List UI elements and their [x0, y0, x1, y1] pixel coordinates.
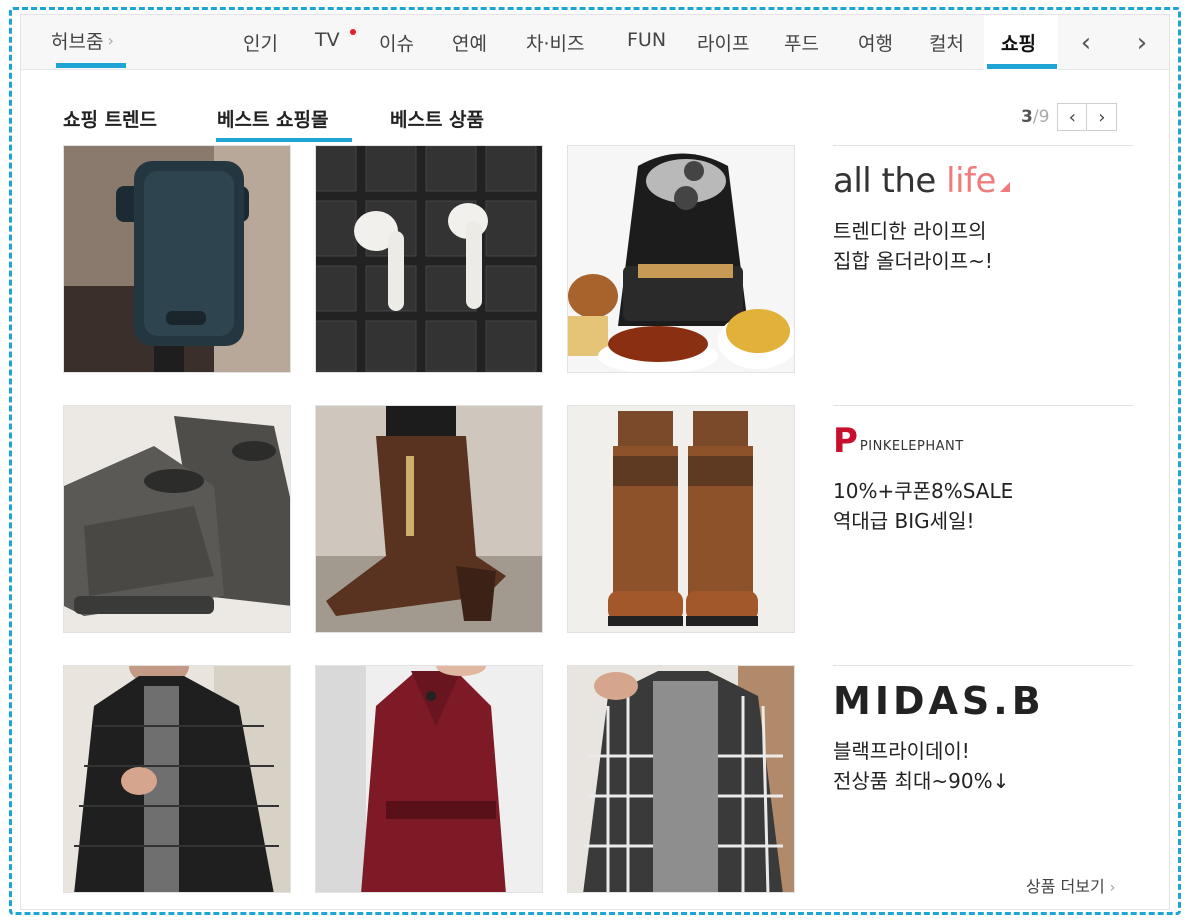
- chevron-left-icon: ‹: [1080, 27, 1092, 58]
- tab-shopping[interactable]: 쇼핑: [1001, 29, 1036, 56]
- product-image-red-coat[interactable]: [315, 665, 543, 893]
- hub-underline: [56, 63, 126, 68]
- store-card-allthelife[interactable]: all the life 트렌디한 라이프의 집합 올더라이프~!: [833, 145, 1133, 276]
- pager: 3/9 ‹ ›: [1021, 103, 1118, 131]
- store-promo-line: 전상품 최대~90%↓: [833, 769, 1010, 793]
- subtab-shopping-trend[interactable]: 쇼핑 트렌드: [63, 105, 157, 132]
- store-promo-line: 트렌디한 라이프의: [833, 219, 987, 243]
- store-logo-midasb: MIDAS.B: [833, 666, 1133, 736]
- page-prev-button[interactable]: ‹: [1057, 103, 1088, 131]
- store-promo-line: 10%+쿠폰8%SALE: [833, 479, 1014, 503]
- chevron-left-icon: ‹: [1068, 106, 1076, 128]
- tab-issue[interactable]: 이슈: [379, 29, 414, 56]
- product-image-plaid-coat[interactable]: [567, 665, 795, 893]
- tab-tv[interactable]: TV: [315, 29, 340, 51]
- tab-travel[interactable]: 여행: [858, 29, 893, 56]
- logo-text-life: life: [946, 161, 996, 201]
- product-image-heel-boot[interactable]: [315, 405, 543, 633]
- product-image-air-fryer[interactable]: [567, 145, 795, 373]
- page-indicator: 3/9: [1021, 107, 1049, 127]
- tab-popular[interactable]: 인기: [243, 29, 278, 56]
- chevron-right-icon: ›: [107, 31, 114, 50]
- store-card-midasb[interactable]: MIDAS.B 블랙프라이데이! 전상품 최대~90%↓: [833, 665, 1133, 796]
- subtab-best-product[interactable]: 베스트 상품: [390, 105, 484, 132]
- product-image-brown-boots[interactable]: [567, 405, 795, 633]
- chevron-right-icon: ›: [1098, 106, 1106, 128]
- store-logo-allthelife: all the life: [833, 146, 1133, 216]
- logo-mark: P: [833, 421, 858, 461]
- nav-prev-button[interactable]: ‹: [1058, 15, 1114, 70]
- product-image-padded-jacket[interactable]: [63, 665, 291, 893]
- new-dot-icon: [350, 29, 356, 35]
- logo-text-midasb: MIDAS.B: [833, 679, 1045, 723]
- more-label: 상품 더보기: [1026, 877, 1105, 896]
- triangle-icon: [999, 182, 1010, 192]
- logo-text-all-the: all the: [833, 161, 947, 201]
- active-tab-underline: [987, 64, 1057, 69]
- page-total: /9: [1032, 107, 1050, 127]
- tab-car-biz[interactable]: 차·비즈: [526, 29, 584, 56]
- store-promo-line: 집합 올더라이프~!: [833, 249, 993, 273]
- tab-life[interactable]: 라이프: [697, 29, 749, 56]
- shopping-panel: 허브줌 › 인기 TV 이슈 연예 차·비즈 FUN 라이프 푸드 여행 컬처 …: [20, 14, 1170, 910]
- tab-culture[interactable]: 컬처: [929, 29, 964, 56]
- store-logo-pinkelephant: P PINKELEPHANT: [833, 406, 1133, 476]
- page-current: 3: [1021, 107, 1033, 127]
- store-promo-line: 블랙프라이데이!: [833, 739, 970, 763]
- store-card-pinkelephant[interactable]: P PINKELEPHANT 10%+쿠폰8%SALE 역대급 BIG세일!: [833, 405, 1133, 536]
- store-promo-line: 역대급 BIG세일!: [833, 509, 975, 533]
- page-next-button[interactable]: ›: [1087, 103, 1118, 131]
- tab-fun[interactable]: FUN: [627, 29, 666, 51]
- logo-word: PINKELEPHANT: [859, 439, 964, 454]
- subtab-underline: [216, 138, 352, 142]
- nav-next-button[interactable]: ›: [1114, 15, 1169, 70]
- hub-label: 허브줌: [51, 31, 104, 53]
- category-nav: 허브줌 › 인기 TV 이슈 연예 차·비즈 FUN 라이프 푸드 여행 컬처 …: [21, 15, 1169, 70]
- subtab-best-mall[interactable]: 베스트 쇼핑몰: [217, 105, 329, 132]
- more-products-link[interactable]: 상품 더보기 ›: [1026, 873, 1115, 897]
- product-image-phone-holder[interactable]: [63, 145, 291, 373]
- tab-entertainment[interactable]: 연예: [452, 29, 487, 56]
- chevron-right-icon: ›: [1109, 880, 1116, 896]
- hub-link[interactable]: 허브줌 ›: [51, 27, 114, 54]
- tab-food[interactable]: 푸드: [784, 29, 819, 56]
- chevron-right-icon: ›: [1136, 27, 1148, 58]
- product-image-fur-sneakers[interactable]: [63, 405, 291, 633]
- product-image-earbuds[interactable]: [315, 145, 543, 373]
